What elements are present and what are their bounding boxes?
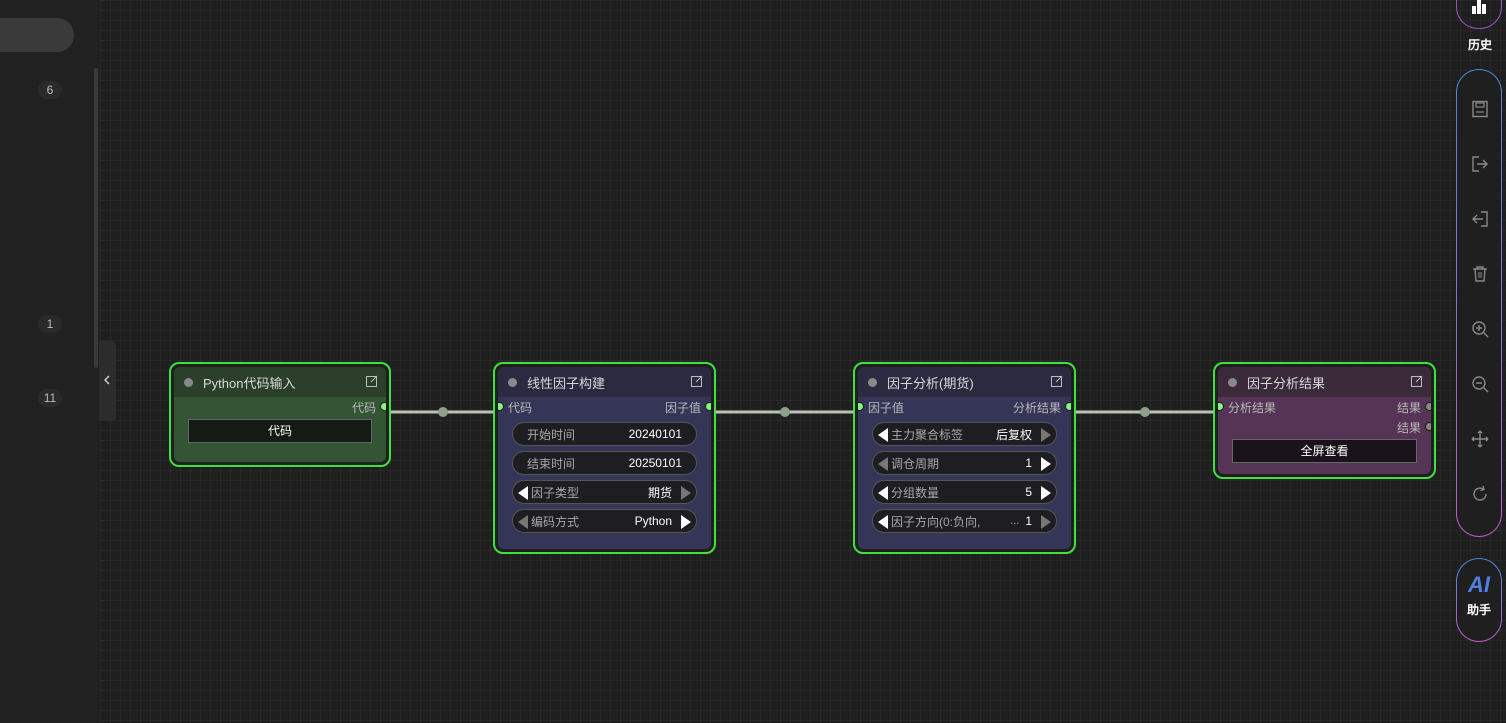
field-label: 因子类型 [531,485,580,500]
input-port[interactable] [498,403,503,410]
input-label: 代码 [508,400,533,415]
refresh-icon[interactable] [1471,485,1489,503]
increment-arrow-icon[interactable] [1041,486,1051,500]
field-label: 因子方向(0:负向, [891,514,981,529]
end-time-field[interactable]: 结束时间 20250101 [512,451,697,475]
output-label: 结果 [1396,400,1421,415]
factor-direction-stepper[interactable]: 因子方向(0:负向, ... 1 [872,509,1057,533]
field-label: 编码方式 [531,514,580,529]
node-factor-analysis[interactable]: 因子分析(期货) 因子值 分析结果 主力聚合标签 后复权 调仓周期 1 分组数量… [853,362,1076,554]
decrement-arrow-icon[interactable] [878,486,888,500]
output-port[interactable] [1426,403,1431,410]
export-icon[interactable] [1471,155,1489,173]
zoom-out-icon[interactable] [1471,375,1489,393]
edit-icon[interactable] [691,375,703,387]
field-label: 主力聚合标签 [891,427,964,442]
output-port[interactable] [1426,423,1431,430]
import-icon[interactable] [1471,210,1489,228]
increment-arrow-icon[interactable] [681,515,691,529]
increment-arrow-icon[interactable] [1041,428,1051,442]
fullscreen-view-button[interactable]: 全屏查看 [1232,439,1417,463]
node-header[interactable]: Python代码输入 [174,367,386,397]
wire-midpoint [438,407,448,417]
decrement-arrow-icon[interactable] [518,515,528,529]
bar-chart-icon [1472,0,1486,14]
field-label: 调仓周期 [891,456,940,471]
history-label: 历史 [1467,38,1492,52]
decrement-arrow-icon[interactable] [878,457,888,471]
output-label: 结果 [1396,420,1421,435]
node-status-dot [868,377,877,387]
input-label: 因子值 [868,400,905,415]
output-label: 因子值 [664,400,701,415]
field-value: 20250101 [628,456,682,470]
trash-icon[interactable] [1471,265,1489,283]
node-status-dot [184,377,193,387]
edit-icon[interactable] [1411,375,1423,387]
code-button[interactable]: 代码 [188,419,372,443]
right-toolbar [1456,69,1502,537]
node-title: 因子分析(期货) [887,375,974,391]
ai-assistant-label: 助手 [1466,603,1491,617]
decrement-arrow-icon[interactable] [878,428,888,442]
node-status-dot [1228,377,1237,387]
increment-arrow-icon[interactable] [1041,457,1051,471]
node-header[interactable]: 线性因子构建 [498,367,711,397]
encoding-combo[interactable]: 编码方式 Python [512,509,697,533]
group-count-stepper[interactable]: 分组数量 5 [872,480,1057,504]
wire-midpoint [1140,407,1150,417]
output-label: 代码 [351,400,376,415]
node-header[interactable]: 因子分析结果 [1218,367,1431,397]
input-port[interactable] [858,403,863,410]
node-title: Python代码输入 [203,375,296,391]
node-status-dot [508,377,517,387]
node-title: 因子分析结果 [1247,375,1326,391]
edit-icon[interactable] [1051,375,1063,387]
field-label: 分组数量 [891,485,940,500]
increment-arrow-icon[interactable] [681,486,691,500]
rebalance-period-stepper[interactable]: 调仓周期 1 [872,451,1057,475]
adjustment-combo[interactable]: 主力聚合标签 后复权 [872,422,1057,446]
output-label: 分析结果 [1012,400,1061,415]
wire-midpoint [780,407,790,417]
input-port[interactable] [1218,403,1223,410]
edit-icon[interactable] [366,375,378,387]
node-python-code-input[interactable]: Python代码输入 代码 代码 [169,362,391,467]
decrement-arrow-icon[interactable] [518,486,528,500]
decrement-arrow-icon[interactable] [878,515,888,529]
node-header[interactable]: 因子分析(期货) [858,367,1071,397]
move-icon[interactable] [1471,430,1489,448]
output-port[interactable] [381,403,386,410]
increment-arrow-icon[interactable] [1041,515,1051,529]
input-label: 分析结果 [1228,400,1277,415]
field-label: 开始时间 [527,427,576,442]
node-linear-factor-build[interactable]: 线性因子构建 代码 因子值 开始时间 20240101 结束时间 2025010… [493,362,716,554]
node-title: 线性因子构建 [527,375,606,391]
node-factor-analysis-result[interactable]: 因子分析结果 分析结果 结果 结果 全屏查看 [1213,362,1436,479]
field-value: 20240101 [628,427,682,441]
ai-logo-icon: AI [1468,572,1490,597]
output-port[interactable] [706,403,711,410]
zoom-in-icon[interactable] [1471,320,1489,338]
ai-assistant-button[interactable]: AI 助手 [1456,558,1502,642]
field-label: 结束时间 [527,456,576,471]
save-icon[interactable] [1471,100,1489,118]
output-port[interactable] [1066,403,1071,410]
field-ellipsis: ... [1010,515,1020,527]
factor-type-combo[interactable]: 因子类型 期货 [512,480,697,504]
start-time-field[interactable]: 开始时间 20240101 [512,422,697,446]
